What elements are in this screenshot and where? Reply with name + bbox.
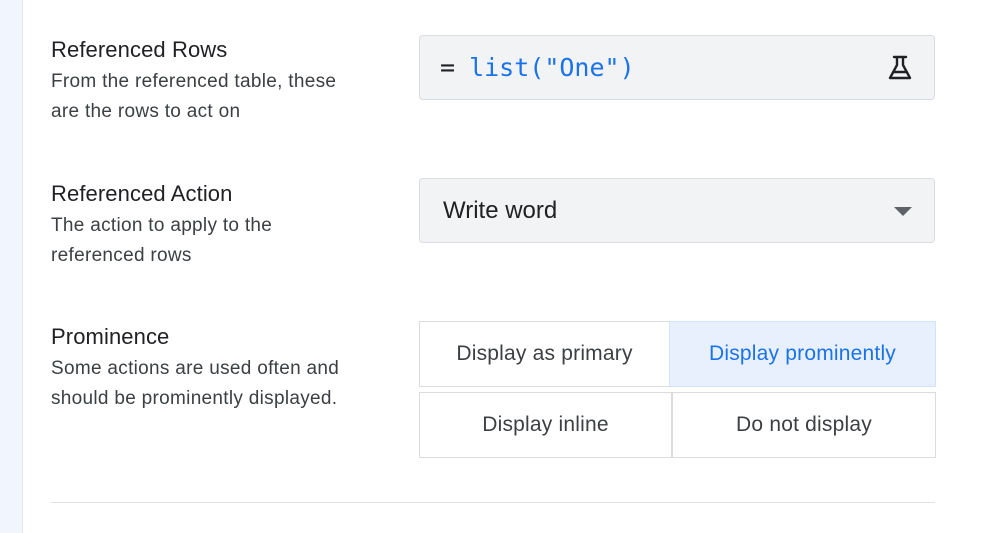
- prominence-option-display-as-primary[interactable]: Display as primary: [419, 321, 670, 387]
- referenced-action-label-group: Referenced Action The action to apply to…: [51, 180, 391, 271]
- prominence-description-line2: should be prominently displayed.: [51, 388, 338, 409]
- referenced-action-selected-value: Write word: [443, 196, 558, 224]
- referenced-action-title: Referenced Action: [51, 181, 233, 206]
- referenced-rows-label-group: Referenced Rows From the referenced tabl…: [51, 36, 391, 127]
- referenced-action-description: The action to apply to the referenced ro…: [51, 211, 391, 271]
- prominence-description: Some actions are used often and should b…: [51, 354, 391, 414]
- option-label: Display prominently: [708, 342, 897, 365]
- referenced-rows-title: Referenced Rows: [51, 37, 228, 62]
- prominence-label-group: Prominence Some actions are used often a…: [51, 323, 391, 414]
- referenced-action-description-line1: The action to apply to the: [51, 215, 273, 236]
- prominence-option-do-not-display[interactable]: Do not display: [672, 392, 936, 458]
- formula-equals-sign: =: [440, 53, 456, 82]
- prominence-option-display-inline[interactable]: Display inline: [419, 392, 672, 458]
- prominence-description-line1: Some actions are used often and: [51, 358, 340, 379]
- referenced-rows-description-line2: are the rows to act on: [51, 101, 241, 122]
- left-rail: [0, 0, 23, 533]
- chevron-down-icon[interactable]: [894, 207, 912, 216]
- action-settings-panel: Referenced Rows From the referenced tabl…: [0, 0, 999, 533]
- referenced-rows-formula-input[interactable]: = list("One"): [419, 35, 935, 100]
- formula-expression[interactable]: list("One"): [469, 53, 635, 82]
- referenced-action-description-line2: referenced rows: [51, 245, 192, 266]
- option-label: Display inline: [482, 413, 609, 436]
- prominence-option-display-prominently[interactable]: Display prominently: [669, 321, 936, 387]
- referenced-rows-description: From the referenced table, these are the…: [51, 67, 391, 127]
- referenced-rows-description-line1: From the referenced table, these: [51, 71, 337, 92]
- flask-icon[interactable]: [886, 54, 914, 82]
- option-label: Do not display: [736, 413, 872, 436]
- section-divider: [51, 502, 935, 503]
- option-label: Display as primary: [456, 342, 633, 365]
- prominence-title: Prominence: [51, 324, 170, 349]
- referenced-action-select[interactable]: Write word: [419, 178, 935, 243]
